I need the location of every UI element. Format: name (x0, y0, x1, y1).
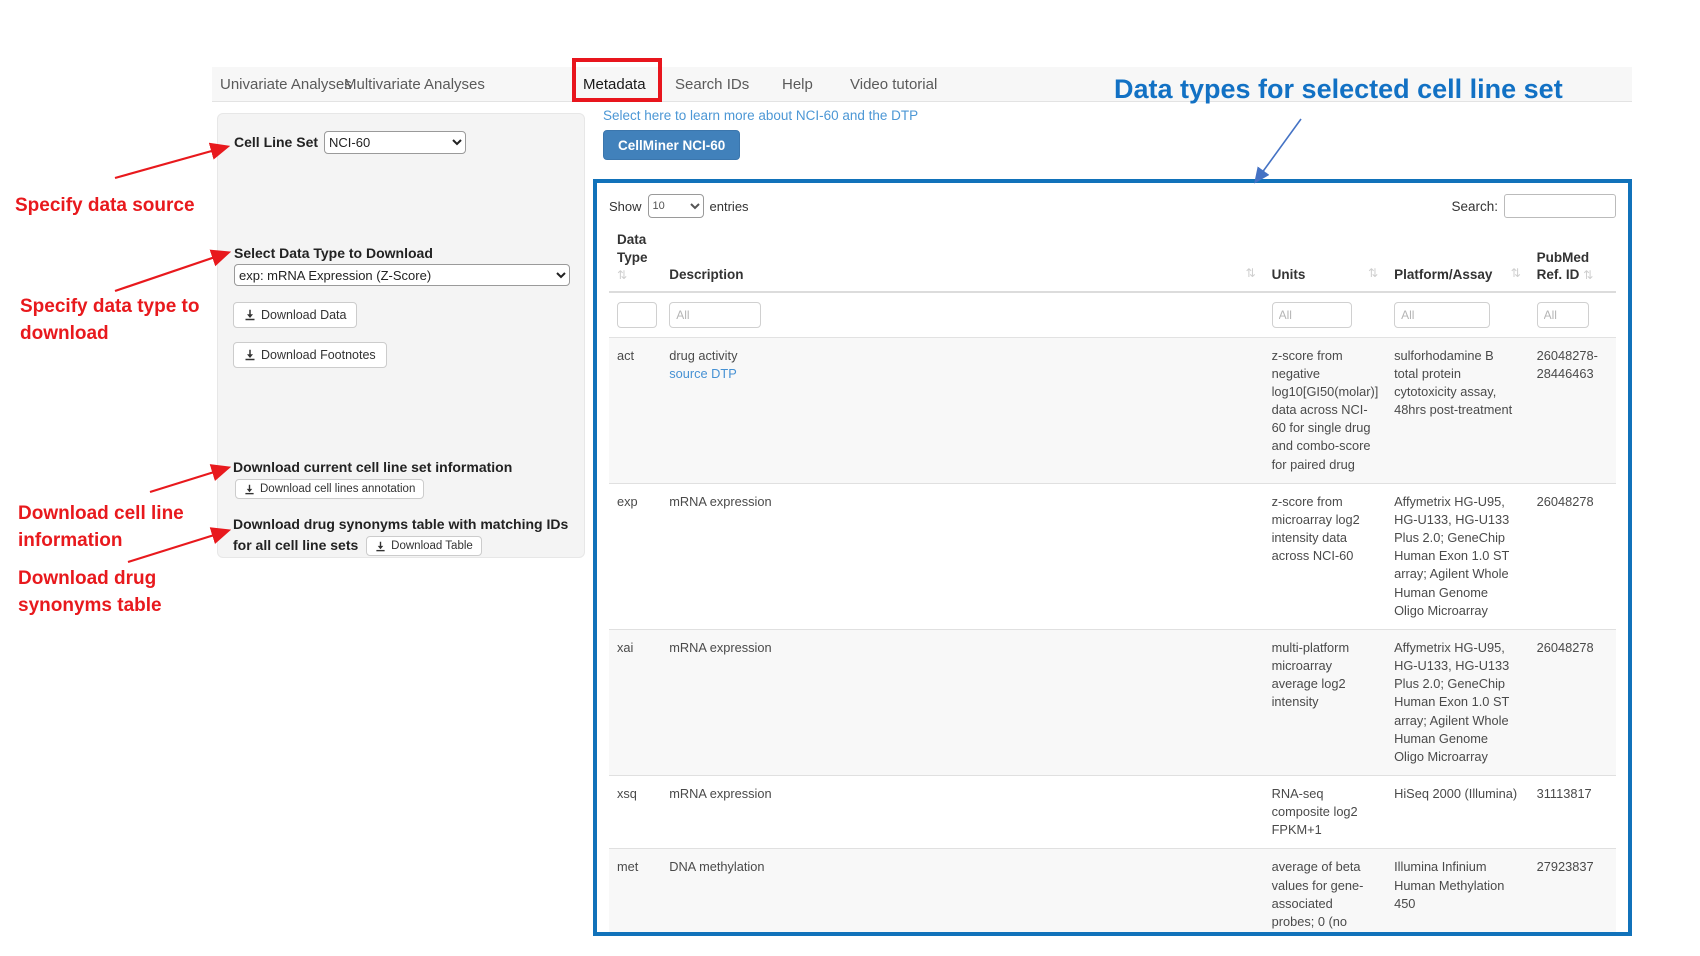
cell-pubmed: 26048278 (1529, 483, 1616, 629)
download-icon (244, 349, 256, 361)
cellminer-nci60-button[interactable]: CellMiner NCI-60 (603, 130, 740, 160)
data-types-table-container: Show 10 entries Search: Data Type ⇅ ⇅Des… (593, 179, 1632, 936)
cell-data-type: xai (609, 629, 661, 775)
search-label: Search: (1451, 199, 1498, 214)
cell-data-type: act (609, 337, 661, 483)
source-dtp-link[interactable]: source DTP (669, 365, 737, 383)
cell-units: RNA-seq composite log2 FPKM+1 (1264, 775, 1386, 848)
page: Univariate Analyses Multivariate Analyse… (0, 0, 1700, 956)
filter-input-pubmed[interactable] (1537, 302, 1589, 328)
col-header-units[interactable]: ⇅Units (1264, 223, 1386, 292)
page-size-select[interactable]: 10 (648, 194, 704, 218)
annotation-download-cell-line: Download cell line information (18, 501, 184, 554)
download-table-button[interactable]: Download Table (366, 536, 482, 556)
table-row-act: act drug activitysource DTP z-score from… (609, 337, 1616, 483)
data-type-label: Select Data Type to Download (234, 245, 433, 261)
table-row-met: met DNA methylation average of beta valu… (609, 849, 1616, 936)
data-type-select[interactable]: exp: mRNA Expression (Z-Score) (234, 264, 570, 286)
filter-input-description[interactable] (669, 302, 761, 328)
cell-pubmed: 26048278 (1529, 629, 1616, 775)
data-types-table: Data Type ⇅ ⇅Description ⇅Units ⇅Platfor… (609, 223, 1616, 936)
sort-icon[interactable]: ⇅ (1246, 266, 1256, 282)
cell-line-set-select[interactable]: NCI-60 (324, 131, 466, 154)
download-data-button[interactable]: Download Data (233, 302, 357, 328)
download-footnotes-button[interactable]: Download Footnotes (233, 342, 387, 368)
table-row-xsq: xsq mRNA expression RNA-seq composite lo… (609, 775, 1616, 848)
cell-units: multi-platform microarray average log2 i… (1264, 629, 1386, 775)
annotation-specify-data-source: Specify data source (15, 193, 195, 220)
sort-icon[interactable]: ⇅ (1511, 266, 1521, 282)
cell-description: mRNA expression (661, 483, 1263, 629)
sort-icon[interactable]: ⇅ (1583, 268, 1593, 282)
cell-line-set-label: Cell Line Set (234, 134, 318, 150)
table-row-xai: xai mRNA expression multi-platform micro… (609, 629, 1616, 775)
cell-units: z-score from negative log10[GI50(molar)]… (1264, 337, 1386, 483)
annotation-download-drug-synonyms: Download drug synonyms table (18, 566, 162, 619)
arrow-download-cell-line (150, 468, 227, 492)
download-icon (244, 484, 255, 495)
col-header-description[interactable]: ⇅Description (661, 223, 1263, 292)
nav-video-tutorial[interactable]: Video tutorial (850, 67, 937, 102)
show-label: Show (609, 199, 642, 214)
nav-help[interactable]: Help (782, 67, 813, 102)
nav-multivariate-analyses[interactable]: Multivariate Analyses (344, 67, 485, 102)
annotation-data-types-heading: Data types for selected cell line set (1114, 74, 1563, 105)
col-header-platform[interactable]: ⇅Platform/Assay (1386, 223, 1529, 292)
learn-more-link[interactable]: Select here to learn more about NCI-60 a… (603, 108, 918, 123)
drug-synonyms-heading: Download drug synonyms table with matchi… (233, 514, 583, 556)
cell-description: DNA methylation (661, 849, 1263, 936)
cell-description: mRNA expression (661, 775, 1263, 848)
download-panel: Cell Line Set NCI-60 Select Data Type to … (217, 113, 585, 558)
cell-platform: Illumina Infinium Human Methylation 450 (1386, 849, 1529, 936)
filter-input-platform[interactable] (1394, 302, 1490, 328)
nav-univariate-analyses[interactable]: Univariate Analyses (220, 67, 352, 102)
download-icon (244, 309, 256, 321)
sort-icon[interactable]: ⇅ (617, 268, 627, 282)
cell-data-type: exp (609, 483, 661, 629)
annotation-specify-data-type: Specify data type to download (20, 294, 200, 347)
nav-search-ids[interactable]: Search IDs (675, 67, 749, 102)
col-header-data-type[interactable]: Data Type ⇅ (609, 223, 661, 292)
cell-platform: sulforhodamine B total protein cytotoxic… (1386, 337, 1529, 483)
filter-input-units[interactable] (1272, 302, 1352, 328)
arrow-specify-data-source (115, 147, 226, 178)
filter-input-data-type[interactable] (617, 302, 657, 328)
entries-label: entries (710, 199, 749, 214)
col-header-pubmed[interactable]: PubMed Ref. ID ⇅ (1529, 223, 1616, 292)
download-cell-lines-annotation-button[interactable]: Download cell lines annotation (235, 479, 424, 499)
cell-pubmed: 26048278-28446463 (1529, 337, 1616, 483)
cell-line-info-heading: Download current cell line set informati… (233, 459, 512, 475)
search-input[interactable] (1504, 194, 1616, 218)
cell-platform: Affymetrix HG-U95, HG-U133, HG-U133 Plus… (1386, 483, 1529, 629)
cell-units: average of beta values for gene-associat… (1264, 849, 1386, 936)
cell-description: drug activitysource DTP (661, 337, 1263, 483)
cell-pubmed: 27923837 (1529, 849, 1616, 936)
cell-platform: Affymetrix HG-U95, HG-U133, HG-U133 Plus… (1386, 629, 1529, 775)
nav-metadata[interactable]: Metadata (583, 67, 646, 102)
download-icon (375, 541, 386, 552)
table-row-exp: exp mRNA expression z-score from microar… (609, 483, 1616, 629)
cell-data-type: met (609, 849, 661, 936)
arrow-specify-data-type (115, 253, 227, 291)
cell-data-type: xsq (609, 775, 661, 848)
arrow-data-types (1256, 119, 1301, 181)
cell-pubmed: 31113817 (1529, 775, 1616, 848)
sort-icon[interactable]: ⇅ (1368, 266, 1378, 282)
cell-platform: HiSeq 2000 (Illumina) (1386, 775, 1529, 848)
cell-units: z-score from microarray log2 intensity d… (1264, 483, 1386, 629)
cell-description: mRNA expression (661, 629, 1263, 775)
